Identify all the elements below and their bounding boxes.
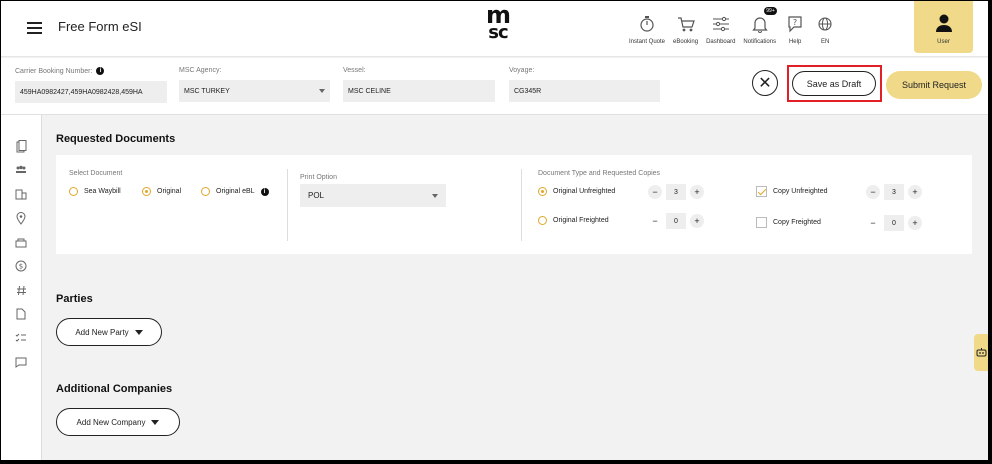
msc-logo[interactable]: m sc — [479, 3, 517, 49]
checkbox — [756, 186, 767, 197]
radio-circle — [69, 187, 78, 196]
package-icon[interactable] — [14, 235, 28, 249]
quantity-value[interactable]: 0 — [884, 215, 904, 231]
increment-button[interactable]: + — [908, 216, 922, 230]
app-window: Free Form eSI m sc Instant Quote eBookin… — [1, 1, 988, 460]
globe-icon — [814, 13, 836, 35]
voyage-input[interactable]: CG345R — [509, 80, 660, 102]
print-option-select[interactable]: POL — [300, 184, 446, 207]
dollar-icon[interactable]: $ — [14, 259, 28, 273]
menu-icon[interactable] — [27, 22, 42, 34]
radio-circle — [201, 187, 210, 196]
info-icon[interactable]: i — [260, 187, 269, 196]
caret-down-icon — [151, 419, 160, 425]
quantity-value[interactable]: 0 — [666, 213, 686, 229]
agency-select[interactable]: MSC TURKEY — [179, 80, 330, 102]
chevron-down-icon — [432, 193, 438, 198]
radio-original[interactable]: Original — [142, 187, 181, 196]
comment-icon[interactable] — [14, 355, 28, 369]
radio-original-freighted[interactable]: Original Freighted — [538, 216, 609, 225]
voyage-field: Voyage: CG345R — [509, 67, 660, 102]
radio-circle — [538, 187, 547, 196]
file-icon[interactable] — [14, 307, 28, 321]
close-button[interactable]: ✕ — [752, 70, 778, 96]
building-icon[interactable] — [14, 187, 28, 201]
chevron-down-icon — [319, 89, 325, 93]
bell-icon: 99+ — [749, 7, 777, 35]
carrier-booking-field: Carrier Booking Number: i 459HA0982427,45… — [15, 67, 167, 103]
people-icon[interactable] — [14, 163, 28, 177]
add-new-company-button[interactable]: Add New Company — [56, 408, 180, 436]
header-nav: Instant Quote eBooking Dashboard 99+ Not… — [629, 1, 844, 57]
increment-button[interactable]: + — [690, 185, 704, 199]
help-icon: ? — [784, 13, 806, 35]
decrement-button[interactable]: − — [648, 214, 662, 228]
decrement-button[interactable]: − — [866, 216, 880, 230]
radio-circle — [538, 216, 547, 225]
document-type-label: Document Type and Requested Copies — [538, 170, 661, 177]
nav-language[interactable]: EN — [814, 1, 836, 57]
nav-notifications[interactable]: 99+ Notifications — [743, 1, 777, 57]
nav-dashboard[interactable]: Dashboard — [706, 1, 735, 57]
divider — [521, 169, 522, 241]
stopwatch-icon — [636, 13, 658, 35]
notification-badge: 99+ — [764, 7, 777, 15]
checklist-icon[interactable] — [14, 331, 28, 345]
decrement-button[interactable]: − — [648, 185, 662, 199]
app-title: Free Form eSI — [58, 19, 142, 34]
increment-button[interactable]: + — [690, 214, 704, 228]
radio-circle — [142, 187, 151, 196]
robot-icon — [976, 348, 986, 357]
chatbot-tab[interactable] — [974, 334, 988, 371]
vessel-field: Vessel: MSC CELINE — [343, 67, 495, 102]
carrier-booking-input[interactable]: 459HA0982427,459HA0982428,459HA — [15, 81, 167, 103]
quantity-value[interactable]: 3 — [884, 184, 904, 200]
top-navigation-bar: Free Form eSI m sc Instant Quote eBookin… — [1, 1, 988, 57]
booking-info-bar: Carrier Booking Number: i 459HA0982427,45… — [1, 58, 988, 115]
agency-field: MSC Agency: MSC TURKEY — [179, 67, 330, 102]
checkbox — [756, 217, 767, 228]
nav-instant-quote[interactable]: Instant Quote — [629, 1, 665, 57]
parties-title: Parties — [56, 293, 93, 305]
divider — [287, 169, 288, 241]
original-unfreighted-stepper: − 3 + — [648, 184, 704, 200]
original-freighted-stepper: − 0 + — [648, 213, 704, 229]
radio-sea-waybill[interactable]: Sea Waybill — [69, 187, 121, 196]
submit-request-button[interactable]: Submit Request — [886, 71, 982, 99]
requested-documents-card: Select Document Sea Waybill Original Ori… — [56, 155, 972, 254]
svg-text:$: $ — [19, 263, 23, 271]
quantity-value[interactable]: 3 — [666, 184, 686, 200]
left-sidebar: $ — [1, 115, 42, 460]
copy-freighted-stepper: − 0 + — [866, 215, 922, 231]
radio-original-unfreighted[interactable]: Original Unfreighted — [538, 187, 615, 196]
print-option-label: Print Option — [300, 174, 337, 181]
vessel-input[interactable]: MSC CELINE — [343, 80, 495, 102]
cart-icon — [675, 13, 697, 35]
checkbox-copy-freighted[interactable]: Copy Freighted — [756, 217, 821, 228]
decrement-button[interactable]: − — [866, 185, 880, 199]
radio-original-ebl[interactable]: Original eBL i — [201, 187, 269, 196]
copy-unfreighted-stepper: − 3 + — [866, 184, 922, 200]
increment-button[interactable]: + — [908, 185, 922, 199]
info-icon[interactable]: i — [96, 67, 105, 75]
select-document-label: Select Document — [69, 170, 123, 177]
user-icon — [935, 14, 952, 32]
save-draft-button[interactable]: Save as Draft — [792, 71, 876, 96]
sliders-icon — [710, 13, 732, 35]
additional-companies-title: Additional Companies — [56, 383, 173, 395]
caret-down-icon — [134, 329, 143, 335]
user-menu-button[interactable]: User — [914, 1, 973, 53]
nav-help[interactable]: ? Help — [784, 1, 806, 57]
add-new-party-button[interactable]: Add New Party — [56, 318, 162, 346]
requested-documents-title: Requested Documents — [56, 133, 176, 145]
documents-icon[interactable] — [14, 139, 28, 153]
svg-text:?: ? — [793, 18, 797, 27]
location-pin-icon[interactable] — [14, 211, 28, 225]
checkbox-copy-unfreighted[interactable]: Copy Unfreighted — [756, 186, 827, 197]
hash-icon[interactable] — [14, 283, 28, 297]
nav-ebooking[interactable]: eBooking — [673, 1, 698, 57]
